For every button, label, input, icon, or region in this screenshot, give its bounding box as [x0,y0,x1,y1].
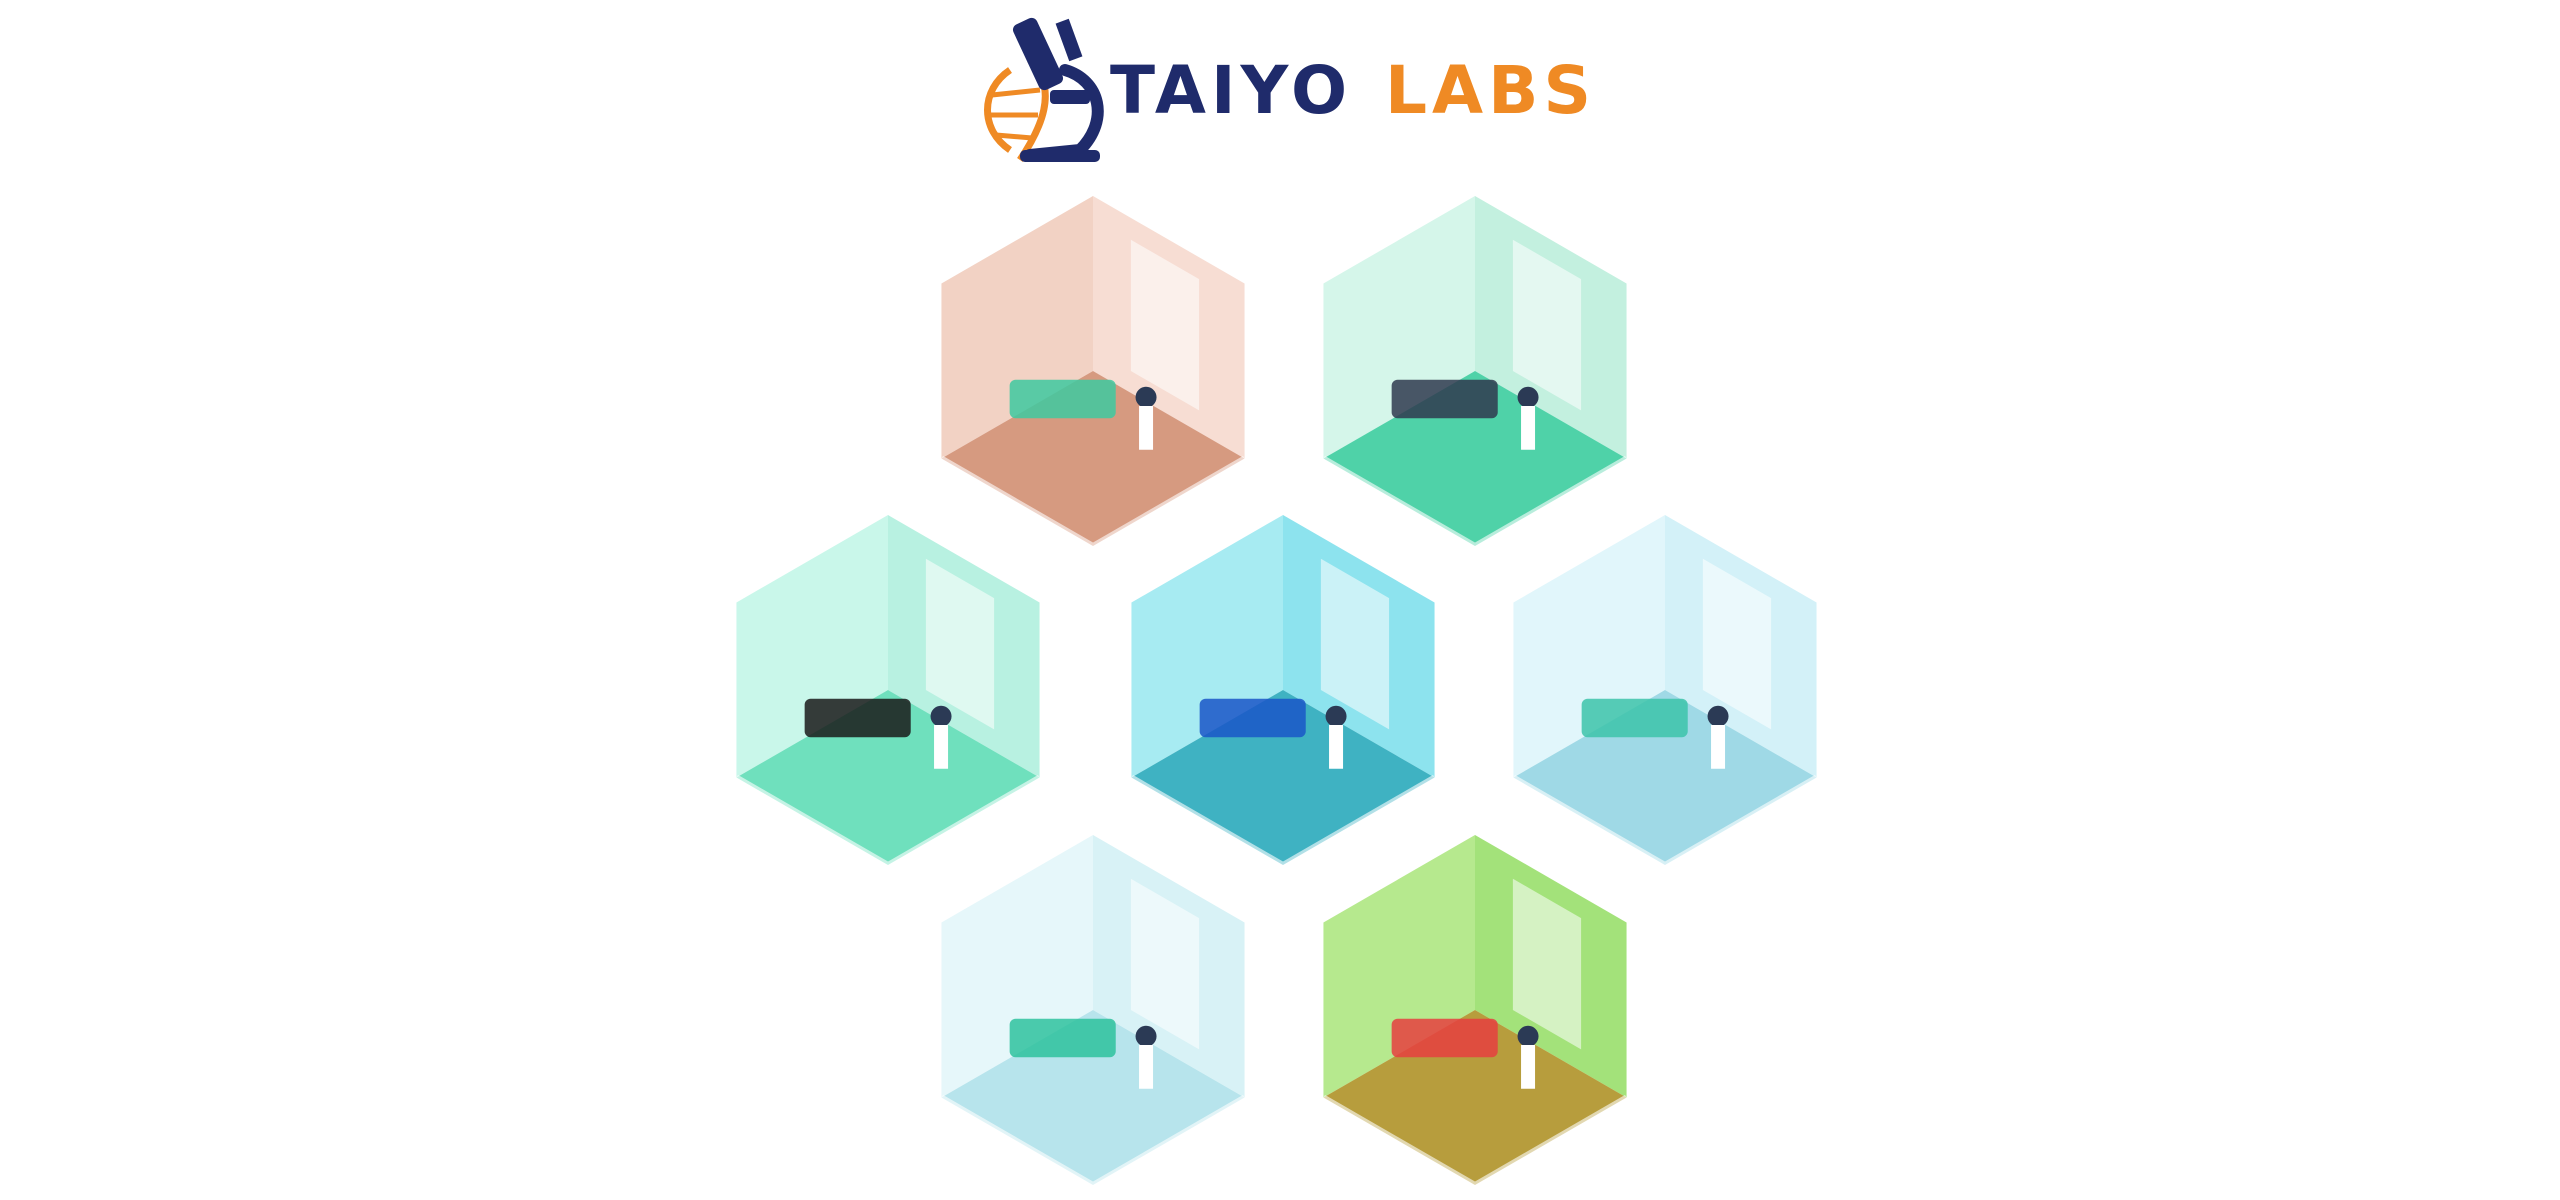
furniture [1009,1018,1116,1058]
room-laboratory [1511,515,1819,869]
person-body [1711,725,1726,769]
room-ultrasound-room [734,515,1042,869]
furniture [1391,1018,1498,1058]
person-figure [1707,705,1729,727]
person-figure [930,705,952,727]
furniture [1581,698,1688,738]
rooms-layer [734,196,1819,1189]
furniture [1009,379,1116,419]
person-figure [1517,386,1539,408]
furniture [1391,379,1498,419]
person-body [934,725,949,769]
room-reception [1321,196,1629,550]
person-body [1521,1045,1536,1089]
person-body [1329,725,1344,769]
room-hospital-ward [939,196,1247,550]
room-doctor-office [1129,515,1437,869]
person-figure [1325,705,1347,727]
person-figure [1135,386,1157,408]
person-body [1521,406,1536,450]
person-body [1139,406,1154,450]
person-body [1139,1045,1154,1089]
room-waiting-room [1321,835,1629,1189]
isometric-rooms-illustration [734,196,1819,1189]
person-figure [1135,1025,1157,1047]
room-mri-room [939,835,1247,1189]
furniture [1199,698,1306,738]
furniture [804,698,911,738]
person-figure [1517,1025,1539,1047]
